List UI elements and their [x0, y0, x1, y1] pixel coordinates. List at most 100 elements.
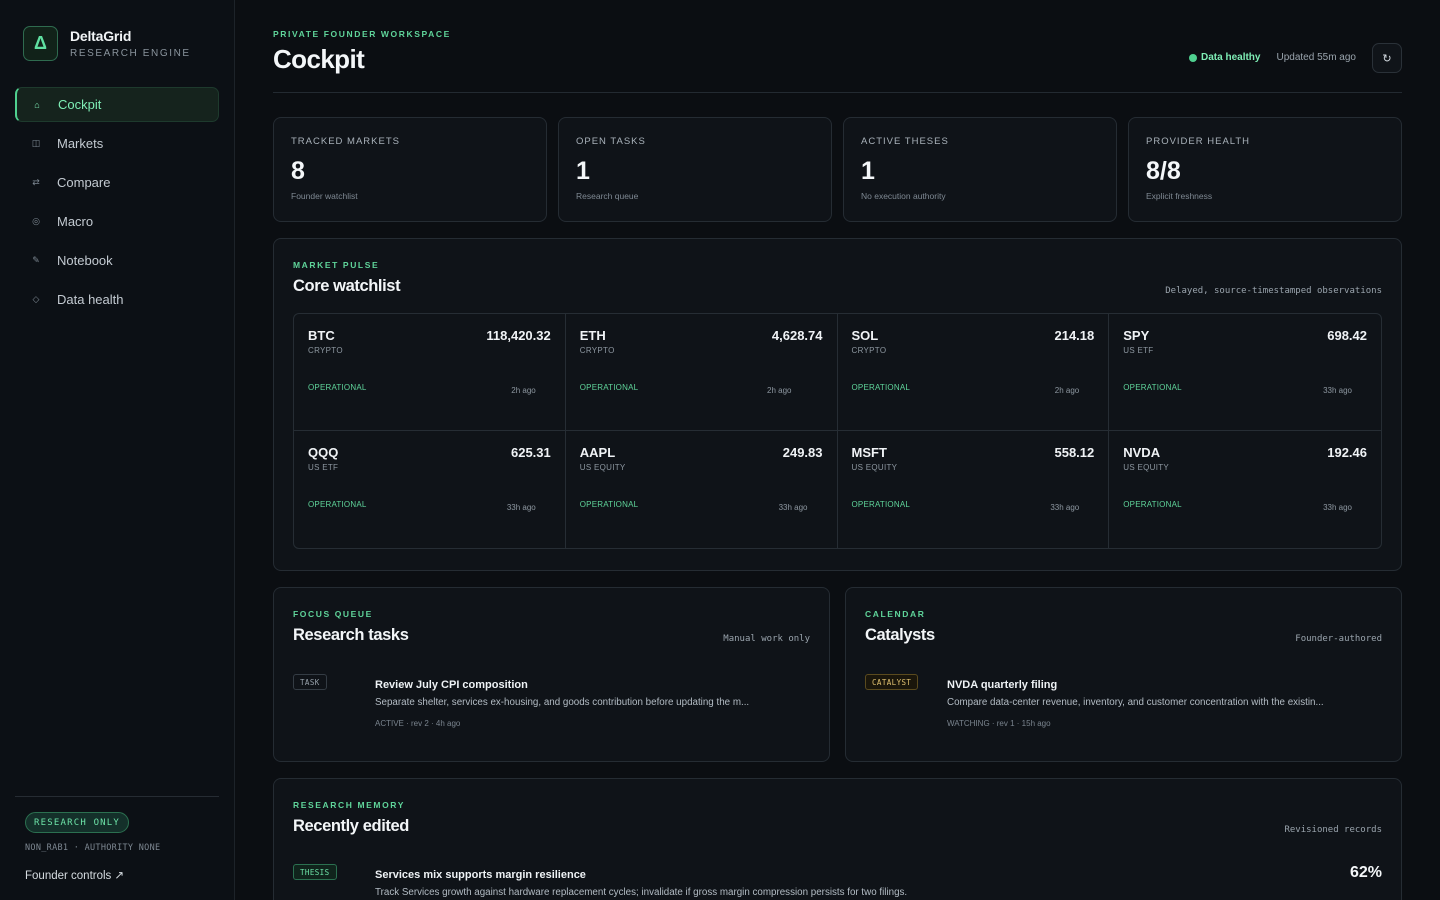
- ticker-price: 214.18: [1054, 328, 1095, 343]
- asset-class: CRYPTO: [851, 346, 887, 355]
- ticker-symbol: NVDA: [1123, 445, 1161, 460]
- brand-subtitle: RESEARCH ENGINE: [70, 48, 191, 59]
- updated-timestamp: Updated 55m ago: [1276, 52, 1356, 63]
- section-title: Catalysts: [865, 626, 935, 644]
- sidebar-item-label: Data health: [57, 292, 124, 307]
- section-eyebrow: CALENDAR: [865, 609, 926, 619]
- sidebar-item-label: Notebook: [57, 253, 113, 268]
- sidebar-divider: [15, 796, 219, 797]
- research-memory-panel: RESEARCH MEMORY Recently edited Revision…: [273, 778, 1402, 900]
- watchlist-grid: BTC CRYPTO 118,420.32 OPERATIONAL 2h ago…: [293, 313, 1382, 549]
- section-title: Core watchlist: [293, 277, 401, 295]
- notebook-icon: ✎: [32, 255, 40, 265]
- watchlist-tile-nvda[interactable]: NVDA US EQUITY 192.46 OPERATIONAL 33h ag…: [1109, 431, 1381, 548]
- stat-card-active-theses: ACTIVE THESES 1 No execution authority: [843, 117, 1117, 222]
- section-eyebrow: MARKET PULSE: [293, 260, 380, 270]
- thesis-title: Services mix supports margin resilience: [375, 869, 586, 881]
- ticker-price: 4,628.74: [771, 328, 823, 343]
- sidebar-item-label: Compare: [57, 175, 111, 190]
- data-health-icon: ◇: [32, 294, 40, 304]
- ticker-price: 558.12: [1054, 445, 1095, 460]
- status-healthy-label: Data healthy: [1201, 52, 1261, 63]
- observation-age: 2h ago: [1054, 386, 1080, 395]
- ticker-symbol: ETH: [579, 328, 606, 343]
- sidebar-item-cockpit[interactable]: ⌂ Cockpit: [15, 87, 219, 122]
- asset-class: CRYPTO: [579, 346, 615, 355]
- ticker-symbol: QQQ: [308, 445, 339, 460]
- ticker-price: 249.83: [782, 445, 823, 460]
- observation-age: 2h ago: [511, 386, 536, 395]
- research-only-badge: RESEARCH ONLY: [25, 812, 130, 833]
- provider-status: OPERATIONAL: [579, 500, 639, 509]
- task-tag: TASK: [293, 674, 327, 690]
- catalyst-meta: WATCHING · rev 1 · 15h ago: [947, 719, 1051, 728]
- sidebar-item-data-health[interactable]: ◇ Data health: [15, 282, 219, 317]
- sidebar-item-label: Markets: [57, 136, 104, 151]
- founder-controls-link[interactable]: Founder controls ↗: [25, 868, 124, 882]
- authority-meta: NON_RAB1 · AUTHORITY NONE: [25, 843, 161, 853]
- provider-status: OPERATIONAL: [308, 383, 367, 392]
- sidebar-item-label: Macro: [57, 214, 94, 229]
- watchlist-tile-sol[interactable]: SOL CRYPTO 214.18 OPERATIONAL 2h ago: [837, 314, 1110, 431]
- refresh-button[interactable]: ↻: [1372, 43, 1402, 73]
- sidebar-item-markets[interactable]: ◫ Markets: [15, 126, 219, 161]
- ticker-symbol: SPY: [1123, 328, 1150, 343]
- stat-value: 8: [291, 157, 305, 185]
- research-tasks-panel: FOCUS QUEUE Research tasks Manual work o…: [273, 587, 830, 762]
- stat-value: 8/8: [1146, 157, 1181, 185]
- section-title: Research tasks: [293, 626, 409, 644]
- ticker-symbol: BTC: [308, 328, 335, 343]
- macro-icon: ◎: [32, 216, 40, 226]
- provider-status: OPERATIONAL: [1123, 383, 1182, 392]
- stat-label: PROVIDER HEALTH: [1146, 136, 1251, 147]
- watchlist-tile-qqq[interactable]: QQQ US ETF 625.31 OPERATIONAL 33h ago: [294, 431, 566, 548]
- stat-label: ACTIVE THESES: [861, 136, 949, 147]
- stat-sub: No execution authority: [861, 191, 946, 201]
- delta-logo-icon: Δ: [23, 26, 58, 61]
- catalysts-panel: CALENDAR Catalysts Founder-authored CATA…: [845, 587, 1402, 762]
- stat-sub: Research queue: [576, 191, 639, 201]
- data-status: Data healthy Updated 55m ago: [1189, 52, 1356, 63]
- ticker-price: 698.42: [1327, 328, 1367, 343]
- sidebar-item-macro[interactable]: ◎ Macro: [15, 204, 219, 239]
- page-eyebrow: PRIVATE FOUNDER WORKSPACE: [273, 29, 451, 39]
- sidebar-item-compare[interactable]: ⇄ Compare: [15, 165, 219, 200]
- thesis-tag: THESIS: [293, 864, 337, 880]
- observation-age: 33h ago: [1323, 503, 1352, 512]
- section-eyebrow: RESEARCH MEMORY: [293, 800, 405, 810]
- asset-class: CRYPTO: [308, 346, 343, 355]
- stat-card-tracked-markets: TRACKED MARKETS 8 Founder watchlist: [273, 117, 547, 222]
- watchlist-panel: MARKET PULSE Core watchlist Delayed, sou…: [273, 238, 1402, 571]
- sidebar-nav: ⌂ Cockpit ◫ Markets ⇄ Compare ◎ Macro ✎ …: [15, 87, 219, 321]
- observation-age: 33h ago: [1050, 503, 1080, 512]
- sidebar-item-notebook[interactable]: ✎ Notebook: [15, 243, 219, 278]
- home-icon: ⌂: [34, 99, 40, 110]
- sidebar: Δ DeltaGrid RESEARCH ENGINE ⌂ Cockpit ◫ …: [0, 0, 235, 900]
- ticker-price: 118,420.32: [486, 328, 551, 343]
- provider-status: OPERATIONAL: [1123, 500, 1182, 509]
- refresh-icon: ↻: [1382, 52, 1392, 65]
- watchlist-tile-msft[interactable]: MSFT US EQUITY 558.12 OPERATIONAL 33h ag…: [838, 431, 1110, 548]
- observation-age: 33h ago: [778, 503, 808, 512]
- page-title: Cockpit: [273, 44, 365, 74]
- sidebar-item-label: Cockpit: [58, 97, 102, 112]
- stat-card-open-tasks: OPEN TASKS 1 Research queue: [558, 117, 832, 222]
- watchlist-tile-btc[interactable]: BTC CRYPTO 118,420.32 OPERATIONAL 2h ago: [294, 314, 566, 431]
- observation-age: 2h ago: [767, 386, 792, 395]
- stat-value: 1: [576, 157, 590, 185]
- brand-name: DeltaGrid: [70, 28, 132, 44]
- watchlist-tile-eth[interactable]: ETH CRYPTO 4,628.74 OPERATIONAL 2h ago: [565, 314, 838, 431]
- stat-label: TRACKED MARKETS: [291, 136, 400, 147]
- observation-age: 33h ago: [506, 503, 536, 512]
- ticker-price: 192.46: [1327, 445, 1367, 460]
- brand[interactable]: Δ DeltaGrid RESEARCH ENGINE: [23, 26, 191, 61]
- section-note: Manual work only: [723, 634, 810, 644]
- task-meta: ACTIVE · rev 2 · 4h ago: [375, 719, 461, 728]
- watchlist-tile-aapl[interactable]: AAPL US EQUITY 249.83 OPERATIONAL 33h ag…: [566, 431, 838, 548]
- provider-status: OPERATIONAL: [851, 500, 911, 509]
- provider-status: OPERATIONAL: [851, 383, 911, 392]
- asset-class: US EQUITY: [1123, 463, 1170, 472]
- watchlist-tile-spy[interactable]: SPY US ETF 698.42 OPERATIONAL 33h ago: [1109, 314, 1381, 431]
- asset-class: US EQUITY: [579, 463, 626, 472]
- section-note: Delayed, source-timestamped observations: [1165, 286, 1382, 296]
